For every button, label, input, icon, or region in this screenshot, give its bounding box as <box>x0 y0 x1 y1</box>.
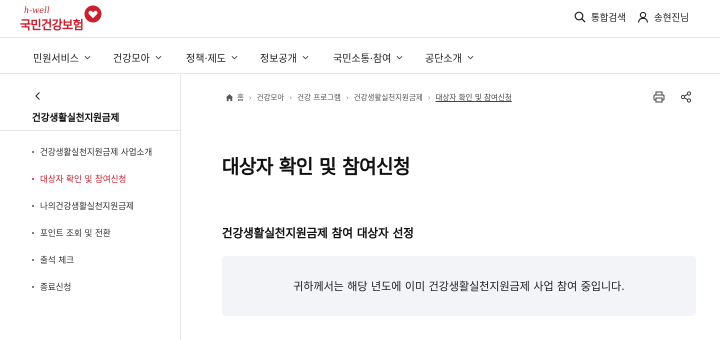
top-header: h-well 국민건강보험 통합검색 송현진님 <box>0 0 720 38</box>
search-icon <box>574 11 586 23</box>
participation-notice: 귀하께서는 해당 년도에 이미 건강생활실천지원금제 사업 참여 중입니다. <box>222 256 696 316</box>
gnb-label: 정보공개 <box>260 54 297 65</box>
home-icon[interactable] <box>225 93 234 102</box>
breadcrumb-item[interactable]: 건강 프로그램 <box>297 92 341 103</box>
page-title: 대상자 확인 및 참여신청 <box>222 156 411 178</box>
heart-logo-icon <box>84 5 102 23</box>
printer-icon <box>653 91 665 103</box>
sidebar-title: 건강생활실천지원금제 <box>32 113 120 124</box>
logo-name: 국민건강보험 <box>20 18 84 32</box>
sidebar-item-label: 나의건강생활실천지원금제 <box>40 202 134 212</box>
gnb-item-policy[interactable]: 정책·제도 <box>186 50 238 65</box>
breadcrumb-current[interactable]: 대상자 확인 및 참여신청 <box>436 92 512 103</box>
section-title: 건강생활실천지원금제 참여 대상자 선정 <box>222 226 414 240</box>
sidebar-item-eligibility-check[interactable]: 대상자 확인 및 참여신청 <box>32 173 126 185</box>
chevron-right-icon: › <box>427 93 431 102</box>
chevron-down-icon <box>155 55 162 60</box>
sidebar-item-termination[interactable]: 종료신청 <box>32 281 71 293</box>
chevron-down-icon <box>84 55 91 60</box>
left-sidebar: 건강생활실천지원금제 건강생활실천지원금제 사업소개 대상자 확인 및 참여신청… <box>0 74 181 340</box>
nhis-logo[interactable]: h-well 국민건강보험 <box>20 5 110 35</box>
sidebar-item-program-intro[interactable]: 건강생활실천지원금제 사업소개 <box>32 146 152 158</box>
sidebar-item-my-program[interactable]: 나의건강생활실천지원금제 <box>32 200 134 212</box>
sidebar-item-label: 건강생활실천지원금제 사업소개 <box>40 148 153 158</box>
breadcrumb-item[interactable]: 건강생활실천지원금제 <box>354 92 423 103</box>
gnb-item-communication[interactable]: 국민소통·참여 <box>333 50 403 65</box>
sidebar-item-label: 종료신청 <box>40 283 72 293</box>
breadcrumb-home[interactable]: 홈 <box>237 92 244 103</box>
gnb-label: 정책·제도 <box>186 54 226 65</box>
breadcrumb-item[interactable]: 건강모아 <box>257 92 285 103</box>
sidebar-item-points[interactable]: 포인트 조회 및 전환 <box>32 227 111 239</box>
global-nav: 민원서비스 건강모아 정책·제도 정보공개 국민소통·참여 공단소개 <box>0 38 720 74</box>
gnb-label: 민원서비스 <box>33 54 79 65</box>
user-icon <box>637 11 649 23</box>
chevron-left-icon[interactable] <box>33 91 43 101</box>
sidebar-divider <box>0 130 180 131</box>
gnb-item-civil-service[interactable]: 민원서비스 <box>33 50 91 65</box>
breadcrumb: 홈 › 건강모아 › 건강 프로그램 › 건강생활실천지원금제 › 대상자 확인… <box>225 92 512 103</box>
search-label: 통합검색 <box>591 13 626 24</box>
user-name: 송현진님 <box>654 13 689 24</box>
gnb-label: 건강모아 <box>113 54 150 65</box>
share-icon <box>680 91 692 103</box>
gnb-label: 국민소통·참여 <box>333 54 392 65</box>
chevron-down-icon <box>302 55 309 60</box>
gnb-item-info-disclosure[interactable]: 정보공개 <box>260 50 309 65</box>
sidebar-item-label: 포인트 조회 및 전환 <box>40 229 111 239</box>
chevron-down-icon <box>231 55 238 60</box>
share-button[interactable] <box>677 88 695 106</box>
chevron-down-icon <box>396 55 403 60</box>
logo-tagline: h-well <box>24 6 50 15</box>
chevron-right-icon: › <box>345 93 349 102</box>
sidebar-item-attendance[interactable]: 출석 체크 <box>32 254 74 266</box>
sidebar-item-label: 출석 체크 <box>40 256 74 266</box>
chevron-right-icon: › <box>248 93 252 102</box>
chevron-right-icon: › <box>289 93 293 102</box>
integrated-search-button[interactable]: 통합검색 <box>574 10 626 24</box>
chevron-down-icon <box>467 55 474 60</box>
gnb-label: 공단소개 <box>425 54 462 65</box>
sidebar-item-label: 대상자 확인 및 참여신청 <box>40 175 127 185</box>
user-menu-button[interactable]: 송현진님 <box>637 10 689 24</box>
gnb-item-about[interactable]: 공단소개 <box>425 50 474 65</box>
print-button[interactable] <box>650 88 668 106</box>
gnb-item-health-moa[interactable]: 건강모아 <box>113 50 162 65</box>
notice-text: 귀하께서는 해당 년도에 이미 건강생활실천지원금제 사업 참여 중입니다. <box>293 280 625 293</box>
